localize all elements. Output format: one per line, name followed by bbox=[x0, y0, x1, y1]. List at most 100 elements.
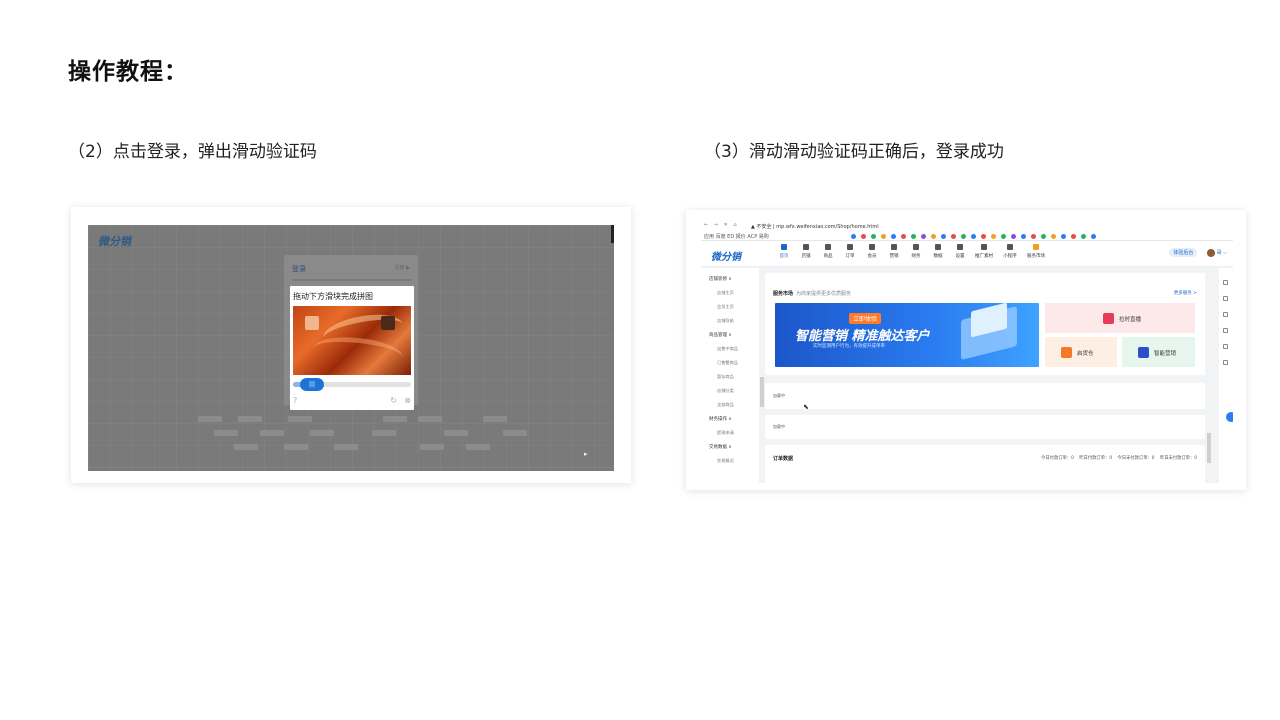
nav-settings[interactable]: 设置 bbox=[949, 244, 971, 259]
bookmark-icon[interactable] bbox=[921, 234, 926, 239]
nav-products[interactable]: 商品 bbox=[817, 244, 839, 259]
partner-logo bbox=[420, 444, 444, 450]
share-icon bbox=[981, 244, 987, 250]
sidebar-item[interactable]: 全部商品 bbox=[717, 402, 734, 408]
sidebar-item[interactable]: 暂存商品 bbox=[717, 374, 734, 380]
bookmark-icon[interactable] bbox=[1091, 234, 1096, 239]
register-link[interactable]: 注册 ▶ bbox=[395, 264, 410, 271]
browser-nav-buttons[interactable]: ← → ✕ ⌂ bbox=[704, 222, 739, 228]
tool-icon[interactable] bbox=[1223, 328, 1228, 333]
bookmark-icon[interactable] bbox=[1011, 234, 1016, 239]
nav-finance[interactable]: 财务 bbox=[905, 244, 927, 259]
sidebar-item[interactable]: 提现申请 bbox=[717, 430, 734, 436]
bookmark-icon[interactable] bbox=[881, 234, 886, 239]
tool-icon[interactable] bbox=[1223, 296, 1228, 301]
slider-handle[interactable]: ||| bbox=[300, 378, 324, 391]
nav-store[interactable]: 店铺 bbox=[795, 244, 817, 259]
sidebar-group-head[interactable]: 商品管理 ∧ bbox=[709, 332, 732, 338]
bookmark-icon[interactable] bbox=[1001, 234, 1006, 239]
bookmark-icon[interactable] bbox=[1041, 234, 1046, 239]
canyon-texture bbox=[311, 333, 405, 373]
store-icon bbox=[803, 244, 809, 250]
step2-caption: （2）点击登录，弹出滑动验证码 bbox=[68, 142, 317, 162]
sidebar-item[interactable]: 已售罄商品 bbox=[717, 360, 738, 366]
nav-data[interactable]: 数据 bbox=[927, 244, 949, 259]
avatar[interactable] bbox=[1207, 248, 1216, 257]
bookmark-icon[interactable] bbox=[1021, 234, 1026, 239]
help-icon[interactable]: ? bbox=[293, 396, 297, 405]
bookmark-icon[interactable] bbox=[911, 234, 916, 239]
refresh-icon[interactable]: ↻ bbox=[390, 396, 397, 405]
bookmark-icon[interactable] bbox=[1051, 234, 1056, 239]
sidebar-group-head[interactable]: 财务操作 ∧ bbox=[709, 416, 732, 422]
trial-backend-badge[interactable]: 体验后台 bbox=[1169, 248, 1198, 257]
chat-float-icon[interactable] bbox=[1226, 412, 1233, 422]
nav-orders[interactable]: 订单 bbox=[839, 244, 861, 259]
nav-promo-material[interactable]: 推广素材 bbox=[971, 244, 997, 259]
backend-screenshot: ← → ✕ ⌂ ▲ 不安全 | mp.wfx.weifenxiao.com/Sh… bbox=[686, 210, 1246, 490]
service-market-icon bbox=[1033, 244, 1039, 250]
close-icon[interactable]: ⊗ bbox=[404, 396, 411, 405]
carousel-dots[interactable] bbox=[893, 360, 918, 367]
bookmark-icon[interactable] bbox=[951, 234, 956, 239]
nav-label: 会员 bbox=[867, 254, 877, 259]
bookmark-icon[interactable] bbox=[1061, 234, 1066, 239]
bookmark-icon[interactable] bbox=[991, 234, 996, 239]
bookmark-icon[interactable] bbox=[861, 234, 866, 239]
app-logo[interactable]: 微分销 bbox=[711, 248, 741, 263]
sidebar-group-head[interactable]: 店铺装修 ∧ bbox=[709, 276, 732, 282]
service-market-card: 服务市场 为商家提供更多优质服务 更多服务 > 立即体验 智能营销 精准触达客户 … bbox=[765, 273, 1205, 375]
marketing-banner[interactable]: 立即体验 智能营销 精准触达客户 实时监测用户行为，有效提升成单率 bbox=[775, 303, 1039, 367]
promo-warehouse[interactable]: 启货仓 bbox=[1045, 337, 1117, 367]
bookmark-icon[interactable] bbox=[1081, 234, 1086, 239]
tool-icon[interactable] bbox=[1223, 312, 1228, 317]
collapse-handle[interactable] bbox=[1207, 433, 1211, 463]
partner-logo bbox=[234, 444, 258, 450]
nav-label: 首页 bbox=[779, 254, 789, 259]
nav-label: 财务 bbox=[911, 254, 921, 259]
more-services-link[interactable]: 更多服务 > bbox=[1174, 290, 1197, 296]
collapse-handle[interactable] bbox=[760, 377, 764, 407]
partner-logo bbox=[383, 416, 407, 422]
sidebar-item[interactable]: 会员主页 bbox=[717, 304, 734, 310]
login-title: 登录 bbox=[292, 265, 306, 273]
bookmark-icon[interactable] bbox=[931, 234, 936, 239]
bookmark-icon[interactable] bbox=[971, 234, 976, 239]
puzzle-piece[interactable] bbox=[305, 316, 319, 330]
finance-icon bbox=[913, 244, 919, 250]
nav-mini-program[interactable]: 小程序 bbox=[999, 244, 1021, 259]
sidebar-item[interactable]: 店铺导航 bbox=[717, 318, 734, 324]
user-menu[interactable]: 哥 ⌵ bbox=[1217, 250, 1227, 256]
bookmark-icon[interactable] bbox=[981, 234, 986, 239]
sidebar-item[interactable]: 店铺主页 bbox=[717, 290, 734, 296]
window-edge bbox=[611, 225, 614, 243]
nav-marketing[interactable]: 营销 bbox=[883, 244, 905, 259]
promo-live[interactable]: 拉时直播 bbox=[1045, 303, 1195, 333]
bookmark-icon[interactable] bbox=[961, 234, 966, 239]
promo-smart-marketing[interactable]: 智能营销 bbox=[1122, 337, 1195, 367]
bookmark-icon[interactable] bbox=[1031, 234, 1036, 239]
bookmark-icon[interactable] bbox=[891, 234, 896, 239]
sidebar-item[interactable]: 出售中商品 bbox=[717, 346, 738, 352]
address-bar[interactable]: ▲ 不安全 | mp.wfx.weifenxiao.com/Shop/home.… bbox=[751, 223, 879, 230]
nav-service-market[interactable]: 服务市场 bbox=[1023, 244, 1049, 259]
tool-icon[interactable] bbox=[1223, 280, 1228, 285]
sidebar-group-head[interactable]: 交易数据 ∧ bbox=[709, 444, 732, 450]
sidebar-item[interactable]: 交易概况 bbox=[717, 458, 734, 464]
smart-marketing-icon bbox=[1138, 347, 1149, 358]
tool-icon[interactable] bbox=[1223, 344, 1228, 349]
bookmark-icon[interactable] bbox=[851, 234, 856, 239]
bookmark-icon[interactable] bbox=[1071, 234, 1076, 239]
nav-members[interactable]: 会员 bbox=[861, 244, 883, 259]
sidebar-item[interactable]: 店铺分类 bbox=[717, 388, 734, 394]
bookmark-list[interactable]: 应用 百度 ED 报价 ACP 易购 bbox=[704, 233, 769, 240]
nav-label: 营销 bbox=[889, 254, 899, 259]
promo-label: 智能营销 bbox=[1154, 351, 1177, 357]
tool-icon[interactable] bbox=[1223, 360, 1228, 365]
bookmark-icon[interactable] bbox=[941, 234, 946, 239]
step3-caption: （3）滑动滑动验证码正确后，登录成功 bbox=[704, 142, 1004, 162]
card-title-text: 服务市场 bbox=[773, 291, 794, 297]
nav-home[interactable]: 首页 bbox=[773, 244, 795, 259]
bookmark-icon[interactable] bbox=[871, 234, 876, 239]
bookmark-icon[interactable] bbox=[901, 234, 906, 239]
